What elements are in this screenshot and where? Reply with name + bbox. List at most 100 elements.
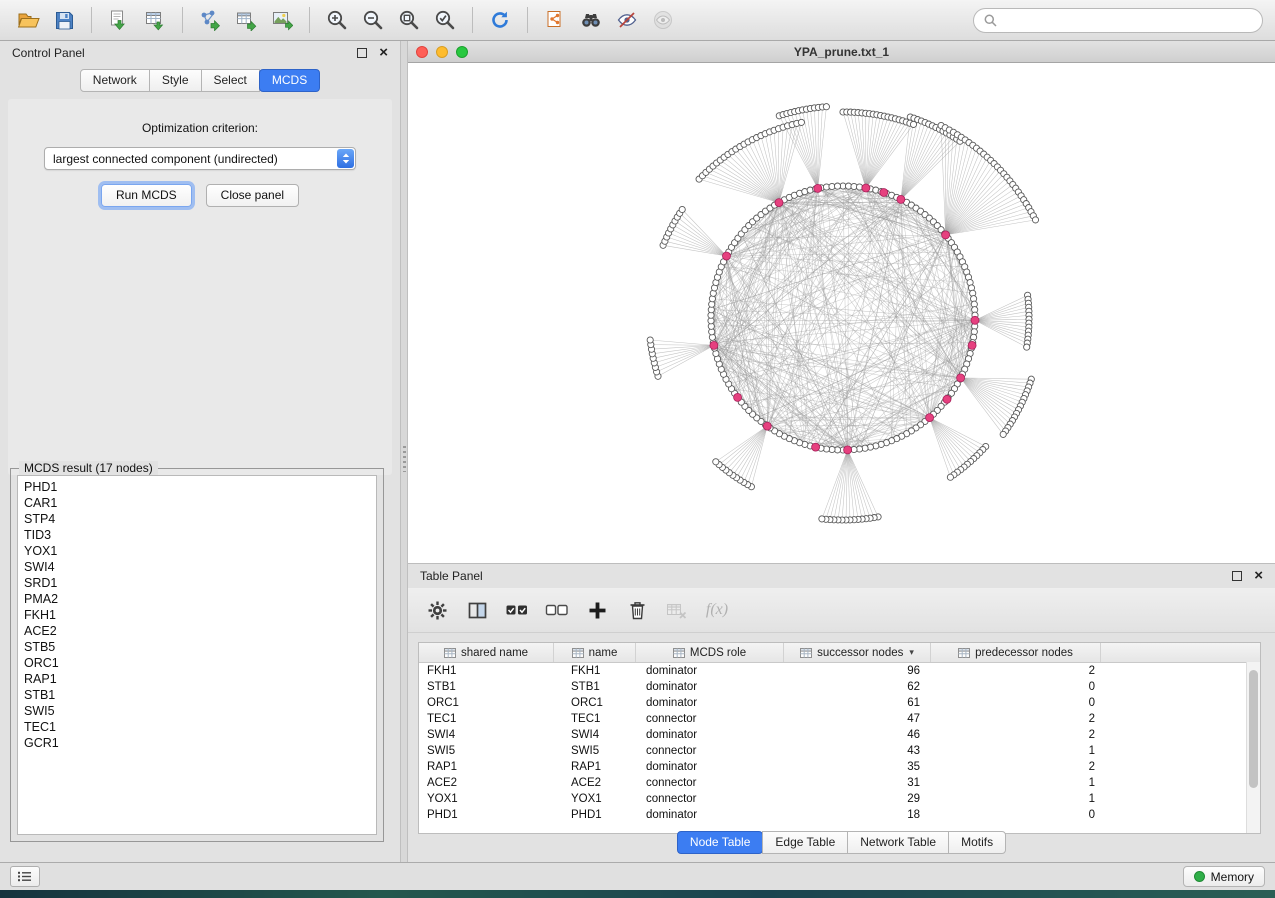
column-header-shared-name[interactable]: shared name [419,643,554,662]
cell-name[interactable]: STB1 [554,681,636,693]
mcds-result-item[interactable]: FKH1 [18,607,376,623]
table-row[interactable]: SWI4SWI4dominator462 [419,727,1260,743]
mcds-result-item[interactable]: SRD1 [18,575,376,591]
close-mcds-panel-button[interactable]: Close panel [206,184,299,207]
table-tab-edge-table[interactable]: Edge Table [762,831,848,854]
cell-mcds-role[interactable]: dominator [636,697,784,709]
cell-shared-name[interactable]: STB1 [419,681,554,693]
cell-name[interactable]: ORC1 [554,697,636,709]
search-box[interactable] [973,8,1263,33]
cell-predecessor-nodes[interactable]: 0 [931,681,1101,693]
export-table-button[interactable] [230,5,262,35]
cell-predecessor-nodes[interactable]: 2 [931,761,1101,773]
table-row[interactable]: ORC1ORC1dominator610 [419,695,1260,711]
refresh-layout-button[interactable] [484,5,516,35]
float-table-panel-icon[interactable] [1232,571,1242,581]
cell-predecessor-nodes[interactable]: 1 [931,745,1101,757]
table-row[interactable]: ACE2ACE2connector311 [419,775,1260,791]
status-menu-button[interactable] [10,866,40,887]
mcds-result-item[interactable]: STB1 [18,687,376,703]
panel-splitter[interactable] [400,41,408,862]
mcds-result-list[interactable]: PHD1CAR1STP4TID3YOX1SWI4SRD1PMA2FKH1ACE2… [17,475,377,835]
cell-name[interactable]: ACE2 [554,777,636,789]
window-minimize-light[interactable] [436,46,448,58]
zoom-fit-button[interactable] [393,5,425,35]
cell-mcds-role[interactable]: dominator [636,761,784,773]
cell-successor-nodes[interactable]: 62 [784,681,931,693]
duplicate-network-button[interactable] [539,5,571,35]
cell-predecessor-nodes[interactable]: 2 [931,729,1101,741]
zoom-out-button[interactable] [357,5,389,35]
cell-shared-name[interactable]: FKH1 [419,665,554,677]
mcds-result-item[interactable]: TID3 [18,527,376,543]
network-titlebar[interactable]: YPA_prune.txt_1 [408,41,1275,63]
table-row[interactable]: PHD1PHD1dominator180 [419,807,1260,823]
cell-successor-nodes[interactable]: 31 [784,777,931,789]
cell-successor-nodes[interactable]: 61 [784,697,931,709]
mcds-result-item[interactable]: SWI5 [18,703,376,719]
mcds-result-item[interactable]: YOX1 [18,543,376,559]
float-panel-icon[interactable] [357,48,367,58]
cell-successor-nodes[interactable]: 18 [784,809,931,821]
cell-shared-name[interactable]: ORC1 [419,697,554,709]
table-tab-motifs[interactable]: Motifs [948,831,1006,854]
settings-gear-button[interactable] [424,597,450,623]
close-panel-icon[interactable]: × [379,48,388,58]
cell-name[interactable]: SWI5 [554,745,636,757]
zoom-selected-button[interactable] [429,5,461,35]
cell-name[interactable]: FKH1 [554,665,636,677]
mcds-result-item[interactable]: ORC1 [18,655,376,671]
table-tab-node-table[interactable]: Node Table [677,831,764,854]
close-table-panel-icon[interactable]: × [1254,571,1263,581]
cell-name[interactable]: RAP1 [554,761,636,773]
zoom-in-button[interactable] [321,5,353,35]
export-network-button[interactable] [194,5,226,35]
mcds-result-item[interactable]: SWI4 [18,559,376,575]
mcds-result-item[interactable]: RAP1 [18,671,376,687]
cell-mcds-role[interactable]: connector [636,745,784,757]
hide-selected-button[interactable] [611,5,643,35]
cell-name[interactable]: YOX1 [554,793,636,805]
show-all-button[interactable] [647,5,679,35]
search-input[interactable] [1003,12,1252,28]
mcds-result-item[interactable]: STB5 [18,639,376,655]
delete-column-button[interactable] [624,597,650,623]
cell-shared-name[interactable]: SWI5 [419,745,554,757]
column-header-predecessor-nodes[interactable]: predecessor nodes [931,643,1101,662]
column-header-name[interactable]: name [554,643,636,662]
cell-mcds-role[interactable]: dominator [636,729,784,741]
select-all-rows-button[interactable] [504,597,530,623]
cell-mcds-role[interactable]: dominator [636,681,784,693]
cell-successor-nodes[interactable]: 29 [784,793,931,805]
cell-predecessor-nodes[interactable]: 2 [931,713,1101,725]
cell-predecessor-nodes[interactable]: 1 [931,793,1101,805]
mcds-result-item[interactable]: CAR1 [18,495,376,511]
search-network-button[interactable] [575,5,607,35]
cell-shared-name[interactable]: PHD1 [419,809,554,821]
table-tab-network-table[interactable]: Network Table [847,831,949,854]
cell-shared-name[interactable]: YOX1 [419,793,554,805]
mcds-result-item[interactable]: PMA2 [18,591,376,607]
cell-shared-name[interactable]: TEC1 [419,713,554,725]
table-row[interactable]: STB1STB1dominator620 [419,679,1260,695]
mcds-result-item[interactable]: TEC1 [18,719,376,735]
cell-mcds-role[interactable]: connector [636,713,784,725]
cell-shared-name[interactable]: RAP1 [419,761,554,773]
cell-predecessor-nodes[interactable]: 1 [931,777,1101,789]
cell-successor-nodes[interactable]: 43 [784,745,931,757]
save-button[interactable] [48,5,80,35]
cell-successor-nodes[interactable]: 47 [784,713,931,725]
cell-mcds-role[interactable]: dominator [636,665,784,677]
cell-name[interactable]: TEC1 [554,713,636,725]
mcds-result-item[interactable]: STP4 [18,511,376,527]
import-network-button[interactable] [103,5,135,35]
cell-successor-nodes[interactable]: 46 [784,729,931,741]
table-row[interactable]: SWI5SWI5connector431 [419,743,1260,759]
table-row[interactable]: RAP1RAP1dominator352 [419,759,1260,775]
window-zoom-light[interactable] [456,46,468,58]
add-column-button[interactable] [584,597,610,623]
network-nodes[interactable] [647,104,1039,523]
cell-mcds-role[interactable]: connector [636,793,784,805]
table-row[interactable]: FKH1FKH1dominator962 [419,663,1260,679]
cell-predecessor-nodes[interactable]: 2 [931,665,1101,677]
